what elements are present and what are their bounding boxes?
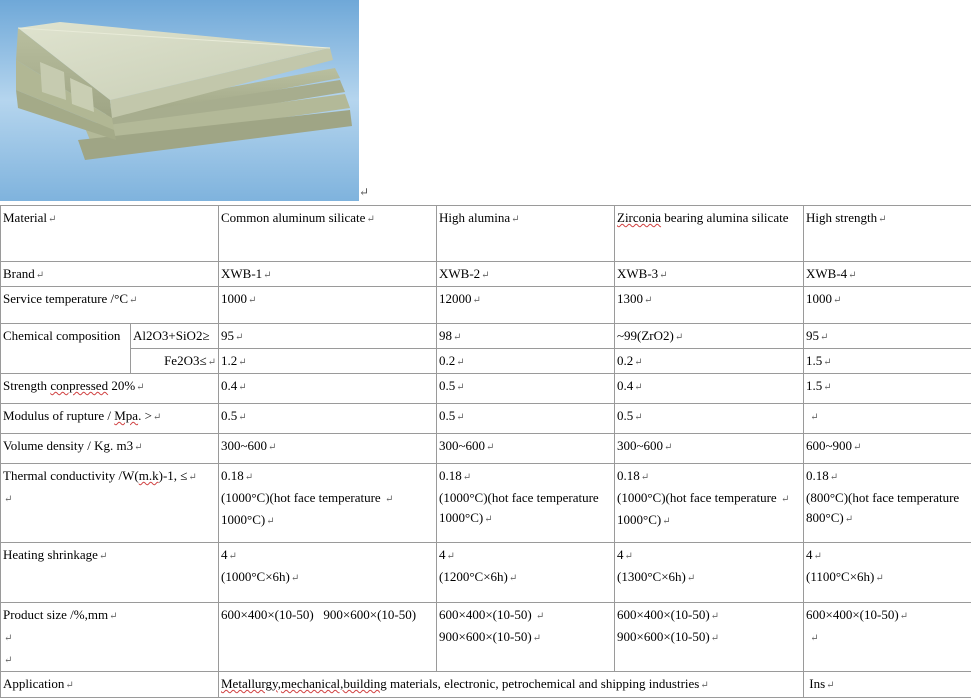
header-high-alumina: High alumina↵ <box>437 206 615 262</box>
application-value: Metallurgy,mechanical,building materials… <box>219 672 804 698</box>
cell: 1000↵ <box>804 287 971 324</box>
row-strength: Strength conpressed 20%↵ 0.4↵ 0.5↵ 0.4↵ … <box>1 374 971 404</box>
cell: 0.5↵ <box>437 374 615 404</box>
label-application: Application↵ <box>1 672 219 698</box>
label-product-size: Product size /%,mm↵↵↵ <box>1 603 219 672</box>
cell: 4↵(1300°C×6h)↵ <box>615 543 804 603</box>
cell: 600×400×(10-50)↵ ↵ <box>804 603 971 672</box>
spec-table: Material↵ Common aluminum silicate↵ High… <box>0 205 971 698</box>
row-material: Material↵ Common aluminum silicate↵ High… <box>1 206 971 262</box>
label-shrinkage: Heating shrinkage↵ <box>1 543 219 603</box>
label-al2o3: Al2O3+SiO2≥ <box>131 324 219 349</box>
application-last: Ins↵ <box>804 672 971 698</box>
cell: 1.5↵ <box>804 349 971 374</box>
row-product-size: Product size /%,mm↵↵↵ 600×400×(10-50) 90… <box>1 603 971 672</box>
cell: 4↵(1100°C×6h)↵ <box>804 543 971 603</box>
row-thermal: Thermal conductivity /W(m.k)-1, ≤↵↵ 0.18… <box>1 464 971 543</box>
product-photo <box>0 0 359 201</box>
cell: 0.5↵ <box>219 404 437 434</box>
row-application: Application↵ Metallurgy,mechanical,build… <box>1 672 971 698</box>
cell: 300~600↵ <box>219 434 437 464</box>
cell: 1000↵ <box>219 287 437 324</box>
cell: 95↵ <box>804 324 971 349</box>
row-shrinkage: Heating shrinkage↵ 4↵(1000°C×6h)↵ 4↵(120… <box>1 543 971 603</box>
cell: 1.5↵ <box>804 374 971 404</box>
cell: 0.2↵ <box>437 349 615 374</box>
header-high-strength: High strength↵ <box>804 206 971 262</box>
label-density: Volume density / Kg. m3↵ <box>1 434 219 464</box>
cell: 0.4↵ <box>219 374 437 404</box>
cell: 0.18↵(1000°C)(hot face temperature ↵1000… <box>219 464 437 543</box>
cell: 1.2↵ <box>219 349 437 374</box>
cell: 4↵(1000°C×6h)↵ <box>219 543 437 603</box>
cell: 600×400×(10-50) ↵900×600×(10-50)↵ <box>437 603 615 672</box>
label-thermal: Thermal conductivity /W(m.k)-1, ≤↵↵ <box>1 464 219 543</box>
fiber-board-illustration <box>0 0 359 201</box>
row-chem-2: Fe2O3≤↵ 1.2↵ 0.2↵ 0.2↵ 1.5↵ <box>1 349 971 374</box>
cell: 95↵ <box>219 324 437 349</box>
cell: 0.18↵(1000°C)(hot face temperature 1000°… <box>437 464 615 543</box>
cell: XWB-2↵ <box>437 262 615 287</box>
cell: 600×400×(10-50)↵900×600×(10-50)↵ <box>615 603 804 672</box>
label-fe2o3: Fe2O3≤↵ <box>131 349 219 374</box>
label-modulus: Modulus of rupture / Mpa. >↵ <box>1 404 219 434</box>
cell: 0.5↵ <box>437 404 615 434</box>
header-common: Common aluminum silicate↵ <box>219 206 437 262</box>
cell: XWB-4↵ <box>804 262 971 287</box>
row-service-temperature: Service temperature /°C↵ 1000↵ 12000↵ 13… <box>1 287 971 324</box>
cell: 98↵ <box>437 324 615 349</box>
cell: 1300↵ <box>615 287 804 324</box>
cell: 300~600↵ <box>615 434 804 464</box>
cell: ~99(ZrO2)↵ <box>615 324 804 349</box>
label-service-temperature: Service temperature /°C↵ <box>1 287 219 324</box>
cell: 0.4↵ <box>615 374 804 404</box>
cell: 12000↵ <box>437 287 615 324</box>
row-density: Volume density / Kg. m3↵ 300~600↵ 300~60… <box>1 434 971 464</box>
cell: 600×400×(10-50) 900×600×(10-50) <box>219 603 437 672</box>
cell: 0.2↵ <box>615 349 804 374</box>
cell: XWB-1↵ <box>219 262 437 287</box>
label-material: Material↵ <box>1 206 219 262</box>
cell: 600~900↵ <box>804 434 971 464</box>
cell: 300~600↵ <box>437 434 615 464</box>
cell: 0.18↵(800°C)(hot face temperature800°C)↵ <box>804 464 971 543</box>
header-zirconia: Zirconia bearing alumina silicate <box>615 206 804 262</box>
label-strength: Strength conpressed 20%↵ <box>1 374 219 404</box>
label-brand: Brand↵ <box>1 262 219 287</box>
cell: 4↵(1200°C×6h)↵ <box>437 543 615 603</box>
cell: ↵ <box>804 404 971 434</box>
paragraph-mark: ↵ <box>359 185 369 200</box>
row-modulus: Modulus of rupture / Mpa. >↵ 0.5↵ 0.5↵ 0… <box>1 404 971 434</box>
row-chem-1: Chemical composition Al2O3+SiO2≥ 95↵ 98↵… <box>1 324 971 349</box>
cell: 0.5↵ <box>615 404 804 434</box>
label-chemical-composition: Chemical composition <box>1 324 131 374</box>
row-brand: Brand↵ XWB-1↵ XWB-2↵ XWB-3↵ XWB-4↵ <box>1 262 971 287</box>
cell: 0.18↵(1000°C)(hot face temperature ↵1000… <box>615 464 804 543</box>
cell: XWB-3↵ <box>615 262 804 287</box>
